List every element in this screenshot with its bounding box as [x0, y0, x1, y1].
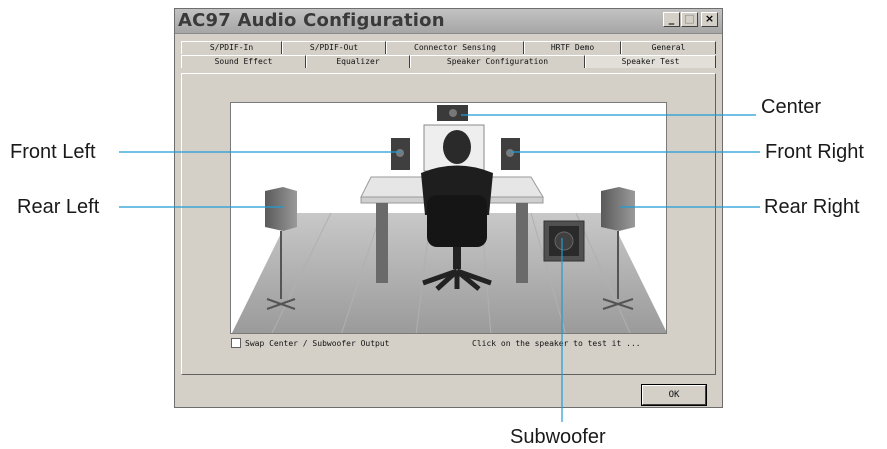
speaker-test-hint: Click on the speaker to test it ... [472, 339, 641, 348]
tab-sound-effect[interactable]: Sound Effect [181, 55, 306, 68]
tab-general[interactable]: General [621, 41, 716, 54]
maximize-button[interactable]: □ [681, 12, 698, 27]
subwoofer-speaker[interactable] [543, 220, 585, 262]
swap-center-subwoofer-checkbox[interactable] [231, 338, 241, 348]
close-button[interactable]: × [701, 12, 718, 27]
callout-front-left: Front Left [10, 141, 96, 163]
tab-spdif-out[interactable]: S/PDIF-Out [282, 41, 386, 54]
front-left-speaker[interactable] [391, 138, 410, 170]
tab-row-1: S/PDIF-In S/PDIF-Out Connector Sensing H… [181, 41, 716, 54]
tab-speaker-configuration[interactable]: Speaker Configuration [410, 55, 585, 68]
callout-front-right: Front Right [765, 141, 864, 163]
ok-button[interactable]: OK [641, 384, 707, 406]
tab-spdif-in[interactable]: S/PDIF-In [181, 41, 282, 54]
tab-row-2: Sound Effect Equalizer Speaker Configura… [181, 55, 716, 68]
callout-subwoofer: Subwoofer [510, 426, 606, 448]
center-speaker[interactable] [437, 105, 468, 121]
title-bar[interactable]: AC97 Audio Configuration _ □ × [175, 9, 722, 34]
callout-rear-right: Rear Right [764, 196, 860, 218]
audio-config-window: AC97 Audio Configuration _ □ × S/PDIF-In… [174, 8, 723, 408]
tab-hrtf-demo[interactable]: HRTF Demo [524, 41, 621, 54]
minimize-button[interactable]: _ [663, 12, 680, 27]
front-right-speaker[interactable] [501, 138, 520, 170]
swap-checkbox-label: Swap Center / Subwoofer Output [245, 339, 390, 348]
tab-connector-sensing[interactable]: Connector Sensing [386, 41, 524, 54]
window-title: AC97 Audio Configuration [178, 10, 445, 31]
callout-center: Center [761, 96, 822, 118]
speaker-test-scene [230, 102, 667, 334]
room-illustration [231, 105, 666, 333]
callout-rear-left: Rear Left [17, 196, 100, 218]
tab-equalizer[interactable]: Equalizer [306, 55, 410, 68]
tab-speaker-test[interactable]: Speaker Test [585, 55, 716, 68]
